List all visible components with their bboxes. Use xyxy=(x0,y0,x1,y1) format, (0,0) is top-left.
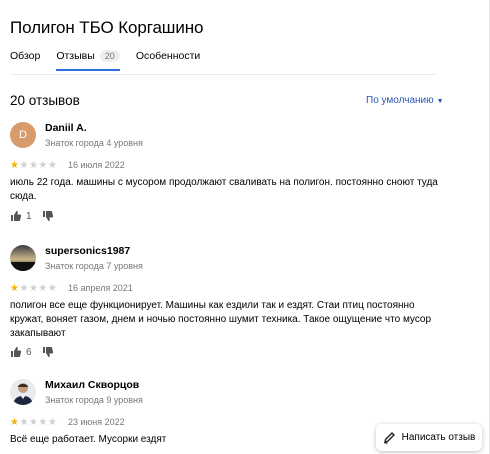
review-actions: 1 xyxy=(10,210,54,222)
dislike-icon[interactable] xyxy=(42,210,54,222)
star-empty-icon: ★ xyxy=(19,283,29,294)
avatar[interactable] xyxy=(10,245,36,271)
sort-dropdown[interactable]: По умолчанию ▼ xyxy=(366,95,444,106)
star-empty-icon: ★ xyxy=(47,417,58,428)
reviews-count: 20 отзывов xyxy=(10,93,80,108)
review-text: полигон все еще функционирует. Машины ка… xyxy=(10,300,432,339)
star-empty-icon: ★ xyxy=(19,417,29,428)
star-empty-icon: ★ xyxy=(19,160,29,171)
star-empty-icon: ★ xyxy=(28,160,39,171)
review-author[interactable]: Daniil A. xyxy=(45,122,87,134)
tab-features-label: Особенности xyxy=(135,50,201,62)
sunset-avatar-image xyxy=(10,245,36,271)
tabs-divider xyxy=(10,74,436,75)
person-avatar-image xyxy=(10,379,36,405)
tab-overview-label: Обзор xyxy=(10,50,41,62)
write-review-button[interactable]: Написать отзыв xyxy=(376,424,482,451)
review-date: 16 апреля 2021 xyxy=(68,283,133,293)
tab-reviews[interactable]: Отзывы 20 xyxy=(56,50,120,71)
star-rating: ★★★★★ xyxy=(10,417,57,428)
avatar[interactable]: D xyxy=(10,122,36,148)
review-author[interactable]: Михаил Скворцов xyxy=(45,379,139,391)
star-empty-icon: ★ xyxy=(28,283,39,294)
page-title: Полигон ТБО Коргашино xyxy=(10,18,204,37)
reviews-count-badge: 20 xyxy=(99,50,120,62)
review-author-level: Знаток города 9 уровня xyxy=(45,395,143,405)
review-actions: 6 xyxy=(10,346,54,358)
star-empty-icon: ★ xyxy=(47,283,58,294)
like-count: 1 xyxy=(26,210,32,222)
tab-bar: Обзор Отзывы 20 Особенности xyxy=(10,50,200,71)
pencil-icon xyxy=(383,432,395,444)
review-author-level: Знаток города 4 уровня xyxy=(45,138,143,148)
star-empty-icon: ★ xyxy=(38,417,48,428)
star-empty-icon: ★ xyxy=(38,283,48,294)
dislike-icon[interactable] xyxy=(42,346,54,358)
review-date: 23 июня 2022 xyxy=(68,417,125,427)
star-empty-icon: ★ xyxy=(47,160,58,171)
star-rating: ★★★★★ xyxy=(10,283,57,294)
sort-label: По умолчанию xyxy=(366,95,434,106)
star-rating: ★★★★★ xyxy=(10,160,57,171)
write-review-label: Написать отзыв xyxy=(401,432,476,443)
review-author-level: Знаток города 7 уровня xyxy=(45,261,143,271)
tab-features[interactable]: Особенности xyxy=(136,50,200,71)
tab-overview[interactable]: Обзор xyxy=(10,50,40,71)
review-author[interactable]: supersonics1987 xyxy=(45,245,130,257)
avatar[interactable] xyxy=(10,379,36,405)
caret-down-icon: ▼ xyxy=(436,98,444,105)
like-icon[interactable] xyxy=(10,210,22,222)
like-count: 6 xyxy=(26,346,32,358)
review-date: 16 июля 2022 xyxy=(68,160,125,170)
tab-reviews-label: Отзывы xyxy=(56,50,95,62)
star-empty-icon: ★ xyxy=(28,417,39,428)
review-text: июль 22 года. машины с мусором продолжаю… xyxy=(10,177,438,202)
star-empty-icon: ★ xyxy=(38,160,48,171)
like-icon[interactable] xyxy=(10,346,22,358)
